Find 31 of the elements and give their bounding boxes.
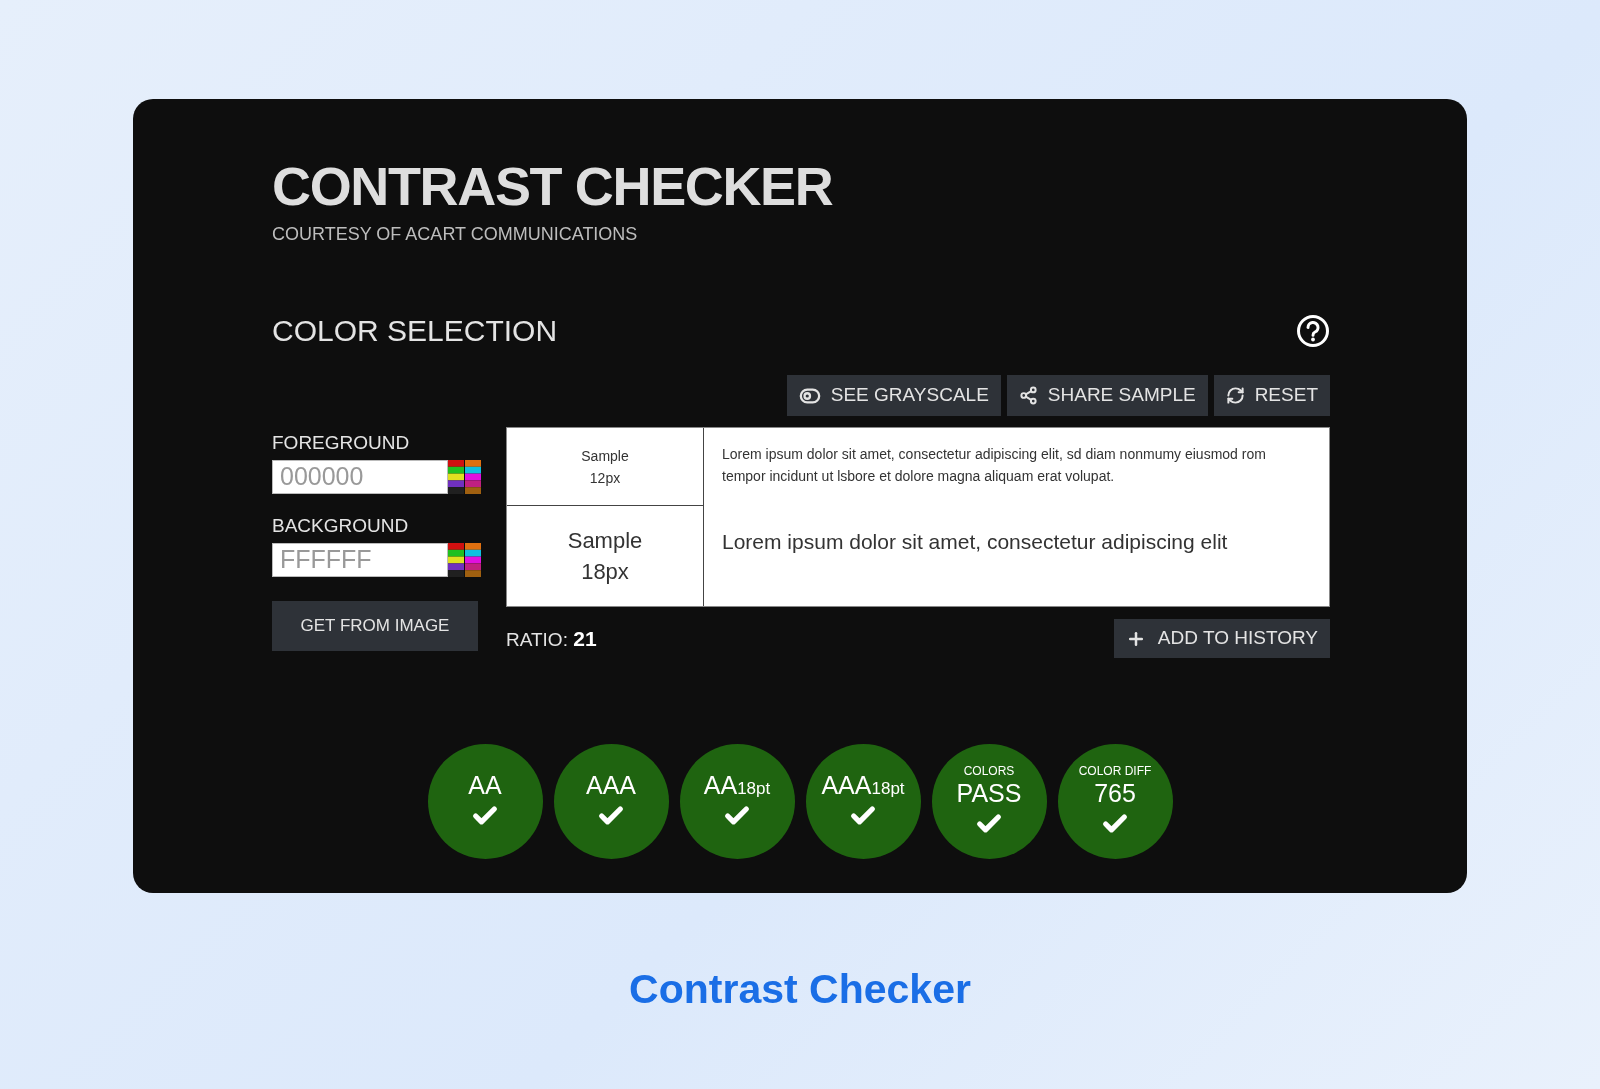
section-heading: COLOR SELECTION <box>272 313 558 349</box>
add-to-history-button[interactable]: ADD TO HISTORY <box>1113 619 1330 658</box>
app-title: CONTRAST CHECKER <box>272 159 834 213</box>
ratio-text: RATIO: 21 <box>506 625 597 652</box>
badge-label: AAA18pt <box>821 773 905 798</box>
color-input[interactable]: FFFFFF <box>272 543 448 577</box>
badge-label: 765 <box>1094 781 1136 806</box>
badge-caption: COLORS <box>963 765 1015 777</box>
share-icon <box>1018 386 1038 405</box>
color-input[interactable]: 000000 <box>272 460 448 494</box>
get-from-image-button[interactable]: GET FROM IMAGE <box>272 601 478 651</box>
toolbar-button[interactable]: SHARE SAMPLE <box>1006 375 1208 416</box>
badge-label: AAA <box>586 773 636 798</box>
help-icon[interactable] <box>1296 313 1330 348</box>
sample-text: Lorem ipsum dolor sit amet, consectetur adipiscing elit, sd diam nonmumy eiusmod rom tempor incidunt ut lsbore et dolore magna aliquam erat volupat. <box>721 445 1267 486</box>
toolbar-button[interactable]: SEE GRAYSCALE <box>786 375 1001 416</box>
sample-size-cell: Sample 12px <box>507 428 704 506</box>
sample-size-cell: Sample 18px <box>507 506 704 606</box>
color-palette-icon[interactable] <box>448 543 482 577</box>
sample-text: Lorem ipsum dolor sit amet, consectetur adipiscing elit <box>721 529 1229 555</box>
refresh-icon <box>1225 386 1245 405</box>
toolbar-button[interactable]: RESET <box>1213 375 1330 416</box>
badge-label: AA18pt <box>703 773 771 798</box>
badge-label: PASS <box>956 781 1022 806</box>
field-label: BACKGROUND <box>272 516 410 535</box>
caption: Contrast Checker <box>629 965 971 1014</box>
app-subtitle: COURTESY OF ACART COMMUNICATIONS <box>272 223 639 246</box>
color-palette-icon[interactable] <box>448 460 482 494</box>
badge-caption: COLOR DIFF <box>1078 765 1152 777</box>
field-label: FOREGROUND <box>272 433 411 452</box>
badge-label: AA <box>468 773 502 798</box>
